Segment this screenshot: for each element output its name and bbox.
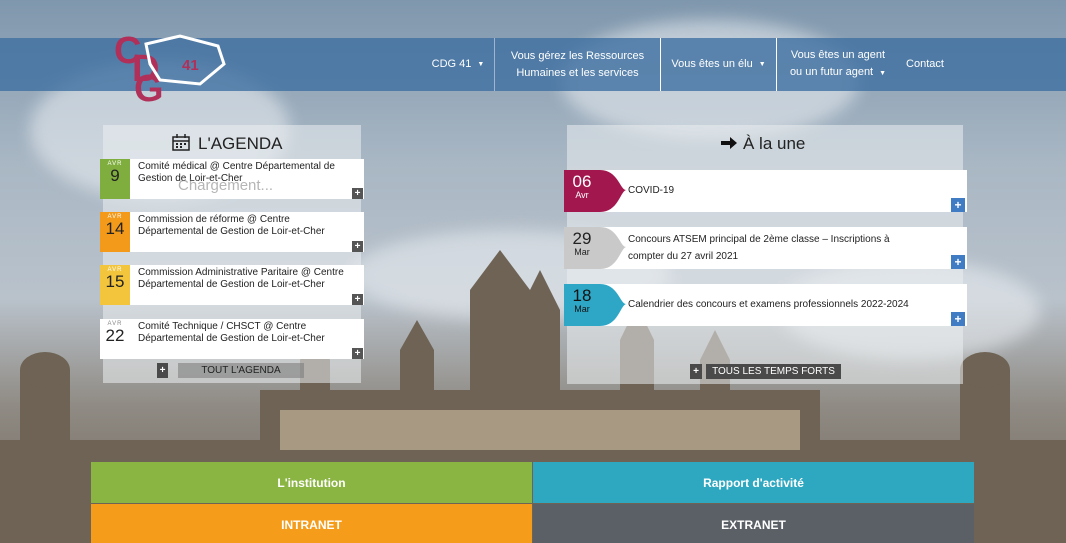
nav-rh-line1: Vous gérez les Ressources (510, 49, 645, 62)
plus-icon[interactable]: + (157, 363, 168, 378)
agenda-item[interactable]: AVR 9 Comité médical @ Centre Départemen… (100, 159, 364, 199)
news-item-date: 06 Avr (564, 170, 600, 212)
agenda-item-day: 15 (105, 272, 125, 291)
agenda-item[interactable]: AVR 14 Commission de réforme @ Centre Dé… (100, 212, 364, 252)
institution-tile[interactable]: L'institution (91, 462, 532, 503)
date-tab-curve (600, 170, 626, 212)
agenda-item[interactable]: AVR 22 Comité Technique / CHSCT @ Centre… (100, 319, 364, 359)
news-item-day: 06 (572, 172, 592, 191)
nav-rh-line2: Humaines et les services (516, 66, 639, 79)
date-tab-curve (600, 227, 626, 269)
news-item-month: Avr (575, 190, 589, 200)
agenda-title: L'AGENDA (172, 134, 283, 154)
news-title-text: À la une (743, 134, 806, 153)
news-item-title: Concours ATSEM principal de 2ème classe … (628, 234, 890, 262)
nav-cdg41-label: CDG 41 (431, 58, 472, 70)
nav-contact[interactable]: Contact (898, 38, 952, 91)
news-item-day: 29 (572, 229, 592, 248)
all-news-button[interactable]: TOUS LES TEMPS FORTS (706, 364, 841, 379)
agenda-item-date: AVR 9 (100, 159, 130, 199)
news-item[interactable]: 18 Mar Calendrier des concours et examen… (564, 284, 967, 326)
intranet-tile-label: INTRANET (281, 517, 342, 532)
rapport-tile[interactable]: Rapport d'activité (533, 462, 974, 503)
chevron-down-icon: ▼ (477, 61, 485, 68)
date-tab-curve (600, 284, 626, 326)
agenda-item-date: AVR 14 (100, 212, 130, 252)
agenda-item[interactable]: AVR 15 Commission Administrative Paritai… (100, 265, 364, 305)
chevron-down-icon: ▼ (879, 70, 887, 77)
agenda-item-title: Comité Technique / CHSCT @ Centre Départ… (138, 321, 325, 344)
nav-contact-label: Contact (906, 58, 944, 70)
intranet-tile[interactable]: INTRANET (91, 504, 532, 543)
plus-icon[interactable]: + (352, 294, 363, 305)
news-item-month: Mar (574, 247, 590, 257)
extranet-tile-label: EXTRANET (721, 517, 786, 532)
loading-text: Chargement... (178, 177, 274, 194)
news-item-title: COVID-19 (628, 185, 675, 196)
plus-icon[interactable]: + (352, 241, 363, 252)
plus-icon[interactable]: + (690, 364, 702, 379)
institution-tile-label: L'institution (277, 475, 346, 490)
agenda-item-day: 22 (105, 326, 125, 345)
agenda-item-date: AVR 15 (100, 265, 130, 305)
plus-icon[interactable]: + (352, 188, 363, 199)
nav-cdg41[interactable]: CDG 41 ▼ (422, 38, 494, 91)
extranet-tile[interactable]: EXTRANET (533, 504, 974, 543)
agenda-item-day: 14 (105, 219, 125, 238)
nav-elu-label: Vous êtes un élu (671, 58, 753, 70)
nav-agent-line2: ou un futur agent (789, 66, 874, 78)
nav-agent-line1: Vous êtes un agent (790, 49, 886, 61)
news-item[interactable]: 06 Avr COVID-19 + (564, 170, 967, 212)
news-item-month: Mar (574, 304, 590, 314)
news-item-title: Calendrier des concours et examens profe… (628, 299, 909, 310)
agenda-item-title: Commission de réforme @ Centre Départeme… (138, 214, 325, 237)
agenda-item-date: AVR 22 (100, 319, 130, 359)
agenda-item-day: 9 (110, 166, 120, 185)
nav-elu[interactable]: Vous êtes un élu ▼ (660, 38, 777, 91)
rapport-tile-label: Rapport d'activité (703, 475, 804, 490)
plus-icon[interactable]: + (951, 255, 965, 269)
plus-icon[interactable]: + (951, 312, 965, 326)
news-item-date: 29 Mar (564, 227, 600, 269)
news-item-date: 18 Mar (564, 284, 600, 326)
plus-icon[interactable]: + (352, 348, 363, 359)
news-item[interactable]: 29 Mar Concours ATSEM principal de 2ème … (564, 227, 967, 269)
chevron-down-icon: ▼ (758, 61, 766, 68)
cdg41-logo[interactable]: C D G 41 (110, 30, 230, 110)
plus-icon[interactable]: + (951, 198, 965, 212)
all-agenda-button[interactable]: TOUT L'AGENDA (178, 363, 304, 378)
news-item-day: 18 (572, 286, 592, 305)
logo-number: 41 (182, 57, 199, 74)
nav-ressources-humaines[interactable]: Vous gérez les Ressources Humaines et le… (494, 38, 660, 91)
news-title: À la une (721, 134, 805, 154)
nav-agent[interactable]: Vous êtes un agent ou un futur agent ▼ (778, 38, 898, 91)
arrow-right-icon (721, 137, 737, 149)
agenda-item-title: Commission Administrative Paritaire @ Ce… (138, 267, 344, 290)
calendar-icon (172, 134, 190, 151)
agenda-title-text: L'AGENDA (198, 134, 283, 153)
